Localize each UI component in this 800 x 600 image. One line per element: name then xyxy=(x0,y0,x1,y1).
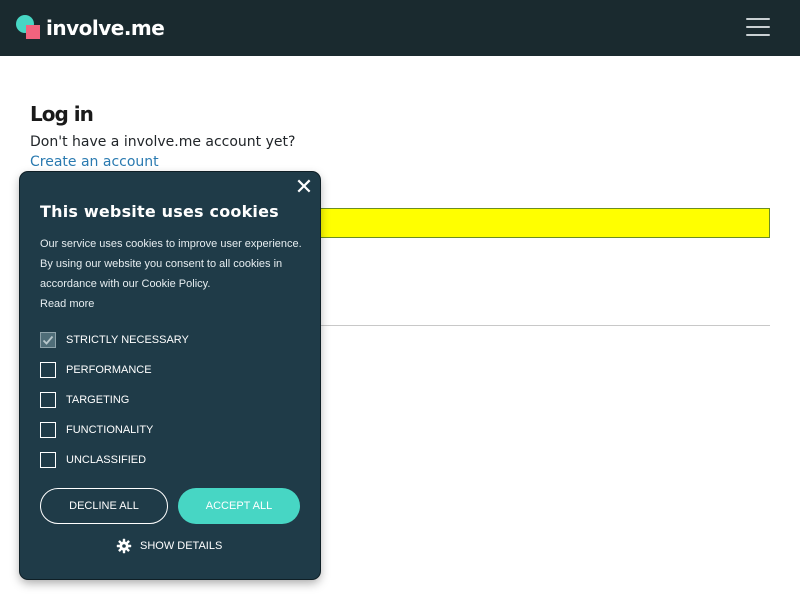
logo-mark-icon xyxy=(16,15,42,41)
cookie-description-text: Our service uses cookies to improve user… xyxy=(40,238,302,290)
category-performance[interactable]: PERFORMANCE xyxy=(40,361,152,379)
performance-checkbox[interactable] xyxy=(40,362,56,378)
category-functionality[interactable]: FUNCTIONALITY xyxy=(40,421,153,439)
targeting-label: TARGETING xyxy=(66,394,130,406)
hamburger-menu-icon[interactable] xyxy=(746,18,770,38)
read-more-link[interactable]: Read more xyxy=(40,294,302,314)
targeting-checkbox[interactable] xyxy=(40,392,56,408)
checkmark-icon xyxy=(42,335,54,345)
cookie-description: Our service uses cookies to improve user… xyxy=(40,234,302,314)
unclassified-checkbox[interactable] xyxy=(40,452,56,468)
performance-label: PERFORMANCE xyxy=(66,364,152,376)
show-details-button[interactable]: SHOW DETAILS xyxy=(116,538,222,554)
decline-all-button[interactable]: DECLINE ALL xyxy=(40,488,168,524)
page-title: Log in xyxy=(30,102,94,126)
unclassified-label: UNCLASSIFIED xyxy=(66,454,147,466)
close-icon[interactable]: ✕ xyxy=(294,177,314,199)
create-account-link[interactable]: Create an account xyxy=(30,154,159,170)
top-navbar: involve.me xyxy=(0,0,800,56)
accept-all-button[interactable]: ACCEPT ALL xyxy=(178,488,300,524)
functionality-checkbox[interactable] xyxy=(40,422,56,438)
strictly-necessary-label: STRICTLY NECESSARY xyxy=(66,334,189,346)
functionality-label: FUNCTIONALITY xyxy=(66,424,154,436)
no-account-text: Don't have a involve.me account yet? xyxy=(30,134,296,150)
cookie-consent-dialog: ✕ This website uses cookies Our service … xyxy=(20,172,320,579)
brand-name: involve.me xyxy=(46,16,165,40)
category-targeting[interactable]: TARGETING xyxy=(40,391,129,409)
strictly-necessary-checkbox[interactable] xyxy=(40,332,56,348)
show-details-label: SHOW DETAILS xyxy=(140,540,223,552)
category-unclassified[interactable]: UNCLASSIFIED xyxy=(40,451,146,469)
brand-logo[interactable]: involve.me xyxy=(16,14,165,42)
category-strictly-necessary[interactable]: STRICTLY NECESSARY xyxy=(40,331,189,349)
cookie-title: This website uses cookies xyxy=(40,202,279,221)
gear-icon xyxy=(116,538,132,554)
